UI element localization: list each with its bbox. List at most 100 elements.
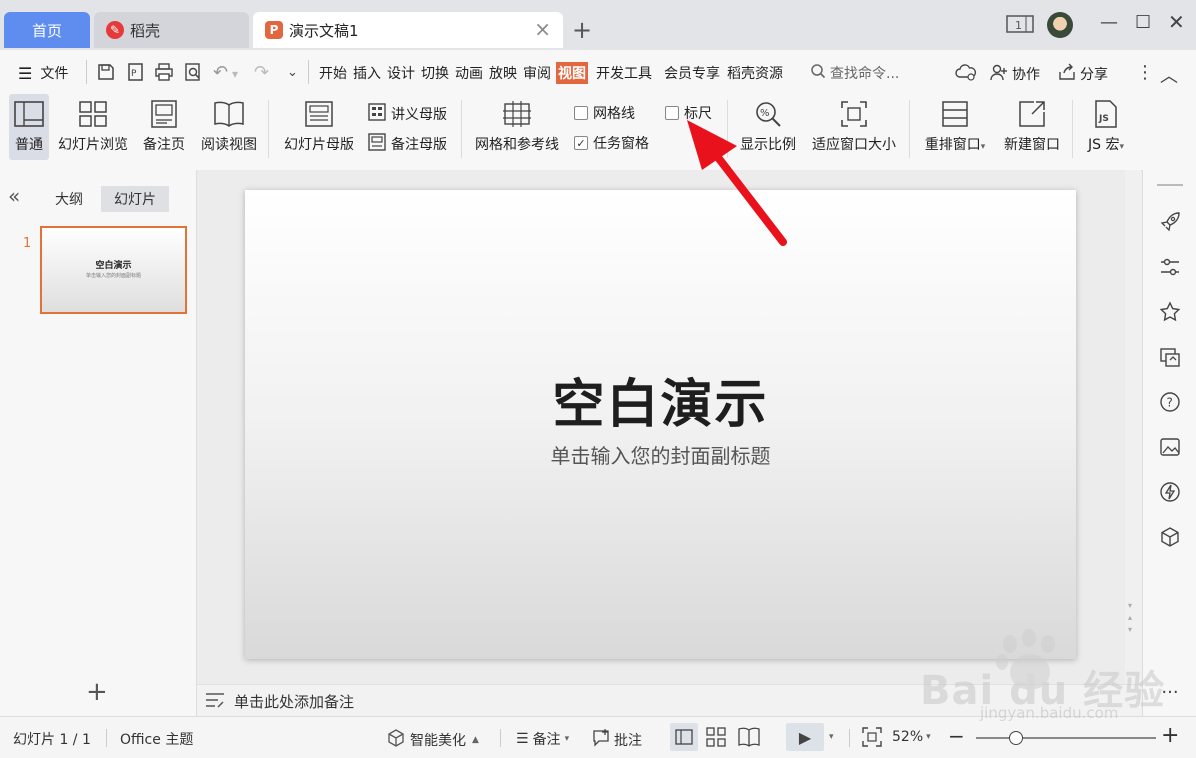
- smart-beautify-button[interactable]: 智能美化 ▲: [387, 729, 479, 751]
- grid-guides-icon: [503, 100, 531, 128]
- save-icon[interactable]: [96, 62, 116, 87]
- js-macro-button[interactable]: JS JS 宏▾: [1080, 94, 1132, 160]
- cloud-sync-icon[interactable]: [955, 62, 977, 87]
- slide-sorter-button[interactable]: 幻灯片浏览: [54, 94, 132, 160]
- collapse-ribbon-icon[interactable]: ︿: [1160, 62, 1178, 88]
- search-command[interactable]: 查找命令...: [810, 63, 899, 83]
- zoom-slider-track[interactable]: [976, 731, 1156, 745]
- menu-developer[interactable]: 开发工具: [596, 63, 652, 83]
- search-command-label: 查找命令...: [830, 66, 900, 82]
- undo-dropdown-icon[interactable]: ▾: [232, 67, 238, 81]
- view-normal-button[interactable]: 普通: [9, 94, 49, 160]
- slide-thumbnail[interactable]: 空白演示 单击输入您的封面副标题: [40, 226, 187, 314]
- search-icon: [810, 63, 826, 83]
- slide-subtitle[interactable]: 单击输入您的封面副标题: [245, 440, 1076, 469]
- notes-page-button[interactable]: 备注页: [138, 94, 190, 160]
- menu-member[interactable]: 会员专享: [664, 63, 720, 83]
- play-slideshow-button[interactable]: ▶: [786, 723, 824, 751]
- notes-master-icon: [368, 133, 386, 155]
- handout-master-button[interactable]: 讲义母版: [368, 103, 447, 125]
- vertical-scrollbar[interactable]: ▾ ▴ ▾: [1125, 170, 1141, 684]
- window-layout-icon[interactable]: 1: [1006, 14, 1036, 39]
- slides-panel: « 大纲 幻灯片 1 空白演示 单击输入您的封面副标题 +: [0, 170, 197, 716]
- menu-start[interactable]: 开始: [319, 63, 347, 83]
- reading-view-button[interactable]: 阅读视图: [196, 94, 262, 160]
- tab-home-label: 首页: [31, 21, 62, 40]
- redo-icon[interactable]: ↷: [254, 62, 269, 83]
- notes-master-button[interactable]: 备注母版: [368, 133, 447, 155]
- share-button[interactable]: 分享: [1058, 63, 1108, 85]
- dropdown-icon: ▾: [564, 734, 570, 744]
- cube-icon[interactable]: [1158, 525, 1182, 549]
- tab-slides[interactable]: 幻灯片: [101, 186, 169, 212]
- rocket-icon[interactable]: [1158, 210, 1182, 234]
- tab-daoke[interactable]: ✎ 稻壳: [94, 12, 249, 48]
- arrange-windows-icon: [941, 100, 969, 128]
- lightning-icon[interactable]: [1158, 480, 1182, 504]
- tab-bar: 首页 ✎ 稻壳 P 演示文稿1 × + 1 — ☐ ✕: [0, 0, 1196, 50]
- customize-toolbar-icon[interactable]: ⌄: [287, 65, 298, 80]
- theme-name[interactable]: Office 主题: [120, 729, 193, 749]
- zoom-level-dropdown[interactable]: 52% ▾: [892, 729, 931, 745]
- daoke-logo-icon: ✎: [106, 21, 124, 39]
- play-dropdown-icon[interactable]: ▾: [829, 732, 834, 742]
- user-avatar[interactable]: [1047, 12, 1073, 38]
- task-pane-checkbox[interactable]: ✓ 任务窗格: [574, 133, 649, 153]
- tab-home[interactable]: 首页: [4, 12, 90, 48]
- undo-icon[interactable]: ↶: [213, 62, 228, 83]
- comments-button[interactable]: 批注: [592, 729, 642, 751]
- slide-title[interactable]: 空白演示: [245, 362, 1076, 437]
- play-icon: ▶: [798, 727, 812, 747]
- menu-transition[interactable]: 切换: [421, 63, 449, 83]
- gridlines-checkbox[interactable]: 网格线: [574, 103, 635, 123]
- new-window-label: 新建窗口: [1004, 137, 1060, 153]
- add-slide-button[interactable]: +: [86, 679, 108, 705]
- file-menu[interactable]: ☰ 文件: [18, 63, 68, 83]
- fit-window-button[interactable]: 适应窗口大小: [806, 94, 902, 160]
- tab-document[interactable]: P 演示文稿1 ×: [253, 12, 563, 48]
- slide-master-button[interactable]: 幻灯片母版: [279, 94, 359, 160]
- help-icon[interactable]: ?: [1158, 390, 1182, 414]
- maximize-icon[interactable]: ☐: [1135, 12, 1151, 33]
- export-pdf-icon[interactable]: P: [125, 62, 145, 87]
- tab-daoke-label: 稻壳: [130, 21, 161, 40]
- slide-sorter-status-icon[interactable]: [706, 727, 726, 751]
- print-icon[interactable]: [154, 62, 174, 87]
- zoom-slider-knob[interactable]: [1009, 731, 1024, 745]
- dropdown-up-icon: ▲: [472, 735, 479, 745]
- image-tools-icon[interactable]: [1158, 435, 1182, 459]
- menu-insert[interactable]: 插入: [353, 63, 381, 83]
- gridlines-checkbox-box[interactable]: [574, 106, 588, 120]
- notes-page-icon: [151, 100, 177, 128]
- file-menu-label: 文件: [40, 66, 69, 82]
- menu-review[interactable]: 审阅: [523, 63, 551, 83]
- collaborate-button[interactable]: 协作: [990, 63, 1040, 85]
- task-pane-checkbox-box[interactable]: ✓: [574, 136, 588, 150]
- grid-and-guides-button[interactable]: 网格和参考线: [470, 94, 564, 160]
- menu-view[interactable]: 视图: [556, 62, 588, 84]
- slide-canvas[interactable]: 空白演示 单击输入您的封面副标题: [245, 190, 1076, 659]
- more-options-icon[interactable]: ⋮: [1136, 62, 1154, 83]
- minimize-icon[interactable]: —: [1100, 12, 1118, 33]
- new-window-button[interactable]: 新建窗口: [998, 94, 1066, 160]
- tab-outline[interactable]: 大纲: [42, 186, 96, 212]
- collapse-panel-icon[interactable]: «: [8, 184, 20, 208]
- reading-view-status-icon[interactable]: [738, 727, 760, 751]
- print-preview-icon[interactable]: [183, 62, 203, 87]
- menu-animation[interactable]: 动画: [455, 63, 483, 83]
- new-tab-button[interactable]: +: [572, 16, 592, 44]
- notes-toggle-button[interactable]: ☰ 备注 ▾: [516, 729, 569, 749]
- close-tab-icon[interactable]: ×: [534, 19, 551, 39]
- book-icon: [214, 100, 244, 128]
- arrange-windows-button[interactable]: 重排窗口▾: [918, 94, 992, 160]
- normal-view-status-icon: [675, 729, 693, 745]
- menu-design[interactable]: 设计: [387, 63, 415, 83]
- settings-sliders-icon[interactable]: [1158, 255, 1182, 279]
- fit-slide-icon[interactable]: [862, 727, 882, 751]
- close-window-icon[interactable]: ✕: [1168, 10, 1185, 34]
- normal-view-status-button[interactable]: [670, 723, 698, 751]
- star-icon[interactable]: [1158, 300, 1182, 324]
- menu-slideshow[interactable]: 放映: [489, 63, 517, 83]
- menu-daoke-resources[interactable]: 稻壳资源: [727, 63, 783, 83]
- replace-icon[interactable]: [1158, 345, 1182, 369]
